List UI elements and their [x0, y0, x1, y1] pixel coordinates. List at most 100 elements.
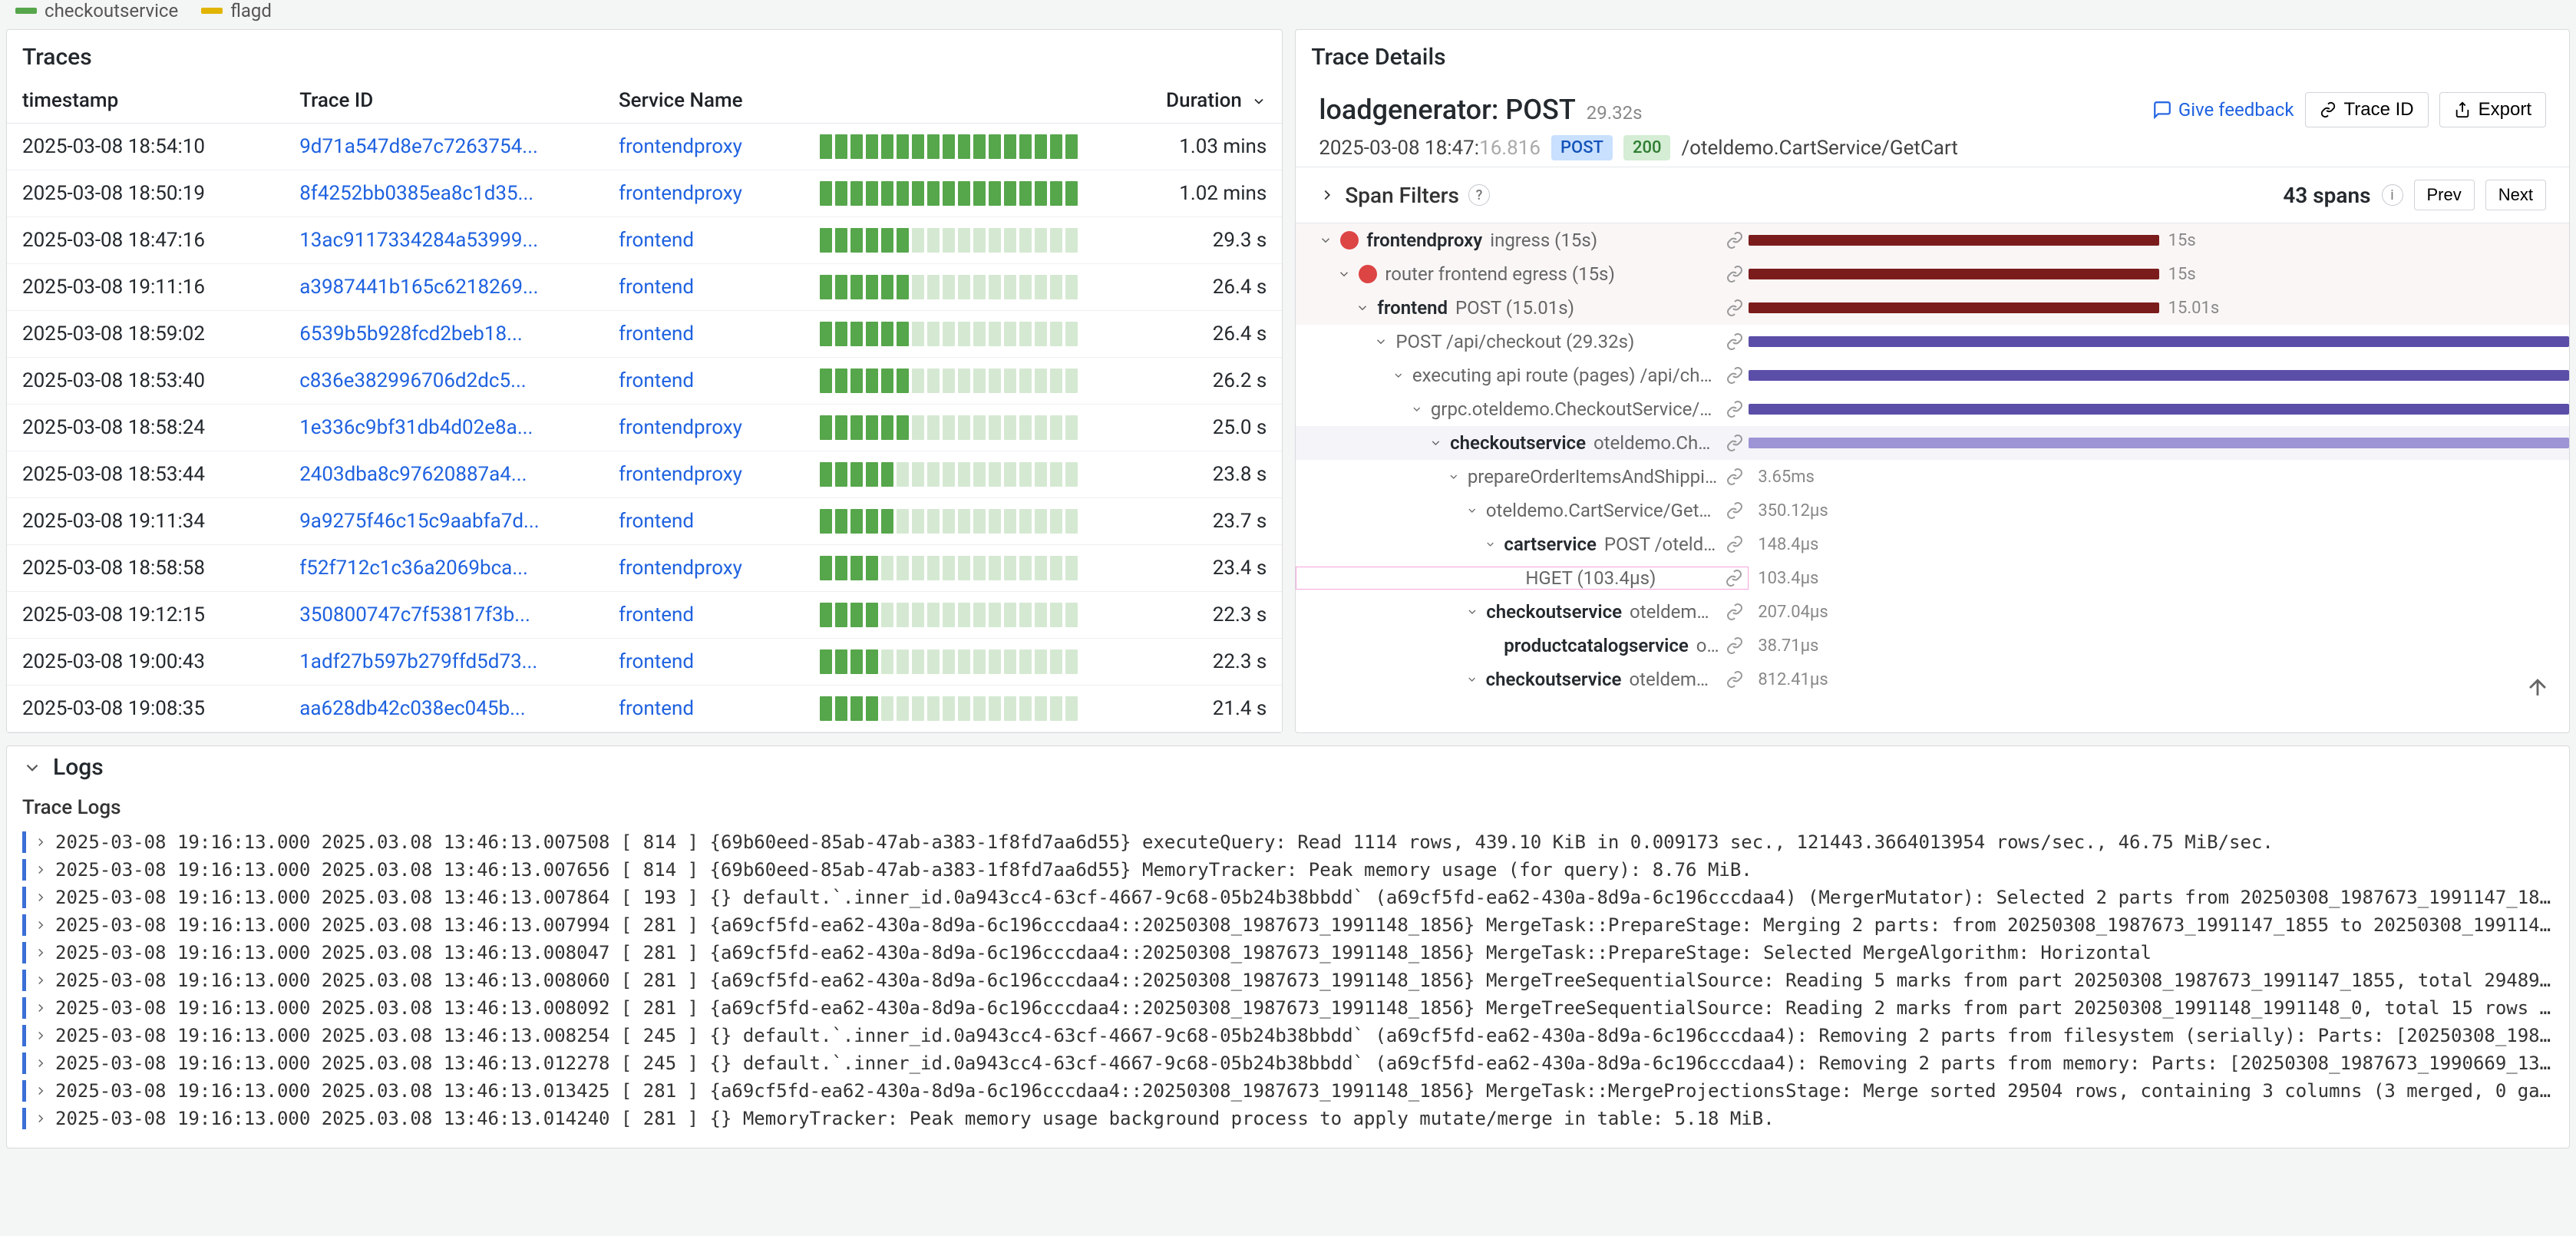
link-icon[interactable] — [1726, 231, 1744, 250]
cell-trace-id[interactable]: 8f4252bb0385ea8c1d35... — [284, 170, 603, 217]
table-row[interactable]: 2025-03-08 19:11:16 a3987441b165c6218269… — [7, 264, 1282, 311]
cell-trace-id[interactable]: 2403dba8c97620887a4... — [284, 451, 603, 498]
link-icon[interactable] — [1726, 501, 1744, 520]
span-row[interactable]: frontendproxy ingress (15s) 15s — [1296, 223, 2569, 257]
chevron-down-icon[interactable] — [1466, 504, 1478, 517]
chevron-down-icon[interactable] — [1356, 301, 1369, 315]
chevron-right-icon[interactable] — [34, 946, 48, 960]
link-icon[interactable] — [1726, 265, 1744, 283]
log-line[interactable]: 2025-03-08 19:16:13.000 2025.03.08 13:46… — [22, 884, 2554, 911]
span-row[interactable]: cartservice POST /oteldemo 148.4μs — [1296, 527, 2569, 561]
cell-trace-id[interactable]: f52f712c1c36a2069bca... — [284, 545, 603, 592]
table-row[interactable]: 2025-03-08 19:08:35 aa628db42c038ec045b.… — [7, 686, 1282, 732]
cell-trace-id[interactable]: 9d71a547d8e7c7263754... — [284, 124, 603, 170]
link-icon[interactable] — [1726, 603, 1744, 621]
chevron-down-icon[interactable] — [1429, 436, 1442, 450]
log-line[interactable]: 2025-03-08 19:16:13.000 2025.03.08 13:46… — [22, 856, 2554, 884]
chevron-right-icon[interactable] — [34, 891, 48, 904]
link-icon[interactable] — [1726, 332, 1744, 351]
chevron-right-icon[interactable] — [1319, 187, 1336, 203]
cell-trace-id[interactable]: 9a9275f46c15c9aabfa7d... — [284, 498, 603, 545]
cell-trace-id[interactable]: aa628db42c038ec045b... — [284, 686, 603, 732]
cell-service[interactable]: frontend — [603, 498, 804, 545]
log-line[interactable]: 2025-03-08 19:16:13.000 2025.03.08 13:46… — [22, 1077, 2554, 1105]
cell-service[interactable]: frontendproxy — [603, 170, 804, 217]
span-row[interactable]: POST /api/checkout (29.32s) — [1296, 325, 2569, 359]
table-row[interactable]: 2025-03-08 18:54:10 9d71a547d8e7c7263754… — [7, 124, 1282, 170]
cell-service[interactable]: frontend — [603, 592, 804, 639]
cell-service[interactable]: frontend — [603, 639, 804, 686]
cell-service[interactable]: frontend — [603, 311, 804, 358]
table-row[interactable]: 2025-03-08 18:59:02 6539b5b928fcd2beb18.… — [7, 311, 1282, 358]
link-icon[interactable] — [1726, 366, 1744, 385]
chevron-right-icon[interactable] — [34, 1029, 48, 1043]
table-row[interactable]: 2025-03-08 18:58:58 f52f712c1c36a2069bca… — [7, 545, 1282, 592]
col-service[interactable]: Service Name — [603, 78, 804, 124]
span-tree[interactable]: frontendproxy ingress (15s) 15s router f… — [1296, 223, 2569, 712]
log-line[interactable]: 2025-03-08 19:16:13.000 2025.03.08 13:46… — [22, 828, 2554, 856]
help-icon[interactable]: ? — [1468, 184, 1490, 206]
link-icon[interactable] — [1726, 434, 1744, 452]
chevron-down-icon[interactable] — [1466, 605, 1478, 619]
span-row[interactable]: checkoutservice oteldemo.Cu 812.41μs — [1296, 663, 2569, 696]
span-row[interactable]: HGET (103.4μs) 103.4μs — [1296, 561, 2569, 595]
cell-service[interactable]: frontendproxy — [603, 545, 804, 592]
col-timestamp[interactable]: timestamp — [7, 78, 284, 124]
cell-trace-id[interactable]: 13ac9117334284a53999... — [284, 217, 603, 264]
prev-button[interactable]: Prev — [2414, 180, 2475, 210]
chevron-right-icon[interactable] — [34, 863, 48, 877]
next-button[interactable]: Next — [2485, 180, 2546, 210]
log-line[interactable]: 2025-03-08 19:16:13.000 2025.03.08 13:46… — [22, 967, 2554, 994]
scroll-to-top-icon[interactable] — [2525, 675, 2551, 701]
chevron-right-icon[interactable] — [34, 973, 48, 987]
chevron-down-icon[interactable] — [1319, 233, 1333, 247]
col-trace-id[interactable]: Trace ID — [284, 78, 603, 124]
cell-service[interactable]: frontendproxy — [603, 451, 804, 498]
cell-service[interactable]: frontendproxy — [603, 124, 804, 170]
span-row[interactable]: router frontend egress (15s) 15s — [1296, 257, 2569, 291]
table-row[interactable]: 2025-03-08 19:00:43 1adf27b597b279ffd5d7… — [7, 639, 1282, 686]
table-row[interactable]: 2025-03-08 18:47:16 13ac9117334284a53999… — [7, 217, 1282, 264]
chevron-down-icon[interactable] — [1374, 335, 1388, 349]
log-line[interactable]: 2025-03-08 19:16:13.000 2025.03.08 13:46… — [22, 1022, 2554, 1049]
chevron-down-icon[interactable] — [1392, 368, 1405, 382]
span-row[interactable]: checkoutservice oteldemo.Pr 207.04μs — [1296, 595, 2569, 629]
link-icon[interactable] — [1726, 400, 1744, 418]
table-row[interactable]: 2025-03-08 19:11:34 9a9275f46c15c9aabfa7… — [7, 498, 1282, 545]
link-icon[interactable] — [1726, 535, 1744, 554]
cell-service[interactable]: frontend — [603, 358, 804, 405]
chevron-down-icon[interactable] — [22, 758, 42, 778]
log-line[interactable]: 2025-03-08 19:16:13.000 2025.03.08 13:46… — [22, 1105, 2554, 1132]
cell-trace-id[interactable]: a3987441b165c6218269... — [284, 264, 603, 311]
chevron-right-icon[interactable] — [34, 1112, 48, 1125]
table-row[interactable]: 2025-03-08 18:58:24 1e336c9bf31db4d02e8a… — [7, 405, 1282, 451]
chevron-down-icon[interactable] — [1411, 402, 1423, 416]
trace-id-button[interactable]: Trace ID — [2305, 92, 2429, 127]
table-row[interactable]: 2025-03-08 18:53:44 2403dba8c97620887a4.… — [7, 451, 1282, 498]
span-row[interactable]: frontend POST (15.01s) 15.01s — [1296, 291, 2569, 325]
table-row[interactable]: 2025-03-08 18:53:40 c836e382996706d2dc5.… — [7, 358, 1282, 405]
log-line[interactable]: 2025-03-08 19:16:13.000 2025.03.08 13:46… — [22, 939, 2554, 967]
link-icon[interactable] — [1726, 299, 1744, 317]
span-row[interactable]: prepareOrderItemsAndShippingQuo 3.65ms — [1296, 460, 2569, 494]
export-button[interactable]: Export — [2439, 92, 2546, 127]
col-duration[interactable]: Duration — [1111, 78, 1282, 124]
link-icon[interactable] — [1726, 636, 1744, 655]
cell-service[interactable]: frontendproxy — [603, 405, 804, 451]
cell-trace-id[interactable]: 1adf27b597b279ffd5d73... — [284, 639, 603, 686]
table-row[interactable]: 2025-03-08 19:12:15 350800747c7f53817f3b… — [7, 592, 1282, 639]
span-row[interactable]: oteldemo.CartService/GetCart (3 350.12μs — [1296, 494, 2569, 527]
chevron-right-icon[interactable] — [34, 918, 48, 932]
link-icon[interactable] — [1725, 569, 1743, 587]
span-row[interactable]: grpc.oteldemo.CheckoutService/PlaceOr — [1296, 392, 2569, 426]
cell-service[interactable]: frontend — [603, 217, 804, 264]
log-line[interactable]: 2025-03-08 19:16:13.000 2025.03.08 13:46… — [22, 994, 2554, 1022]
chevron-down-icon[interactable] — [1466, 673, 1478, 686]
cell-service[interactable]: frontend — [603, 686, 804, 732]
legend-item[interactable]: checkoutservice — [15, 0, 178, 21]
span-row[interactable]: executing api route (pages) /api/checkou… — [1296, 359, 2569, 392]
cell-trace-id[interactable]: 1e336c9bf31db4d02e8a... — [284, 405, 603, 451]
log-line[interactable]: 2025-03-08 19:16:13.000 2025.03.08 13:46… — [22, 911, 2554, 939]
chevron-down-icon[interactable] — [1485, 537, 1496, 551]
cell-trace-id[interactable]: 350800747c7f53817f3b... — [284, 592, 603, 639]
